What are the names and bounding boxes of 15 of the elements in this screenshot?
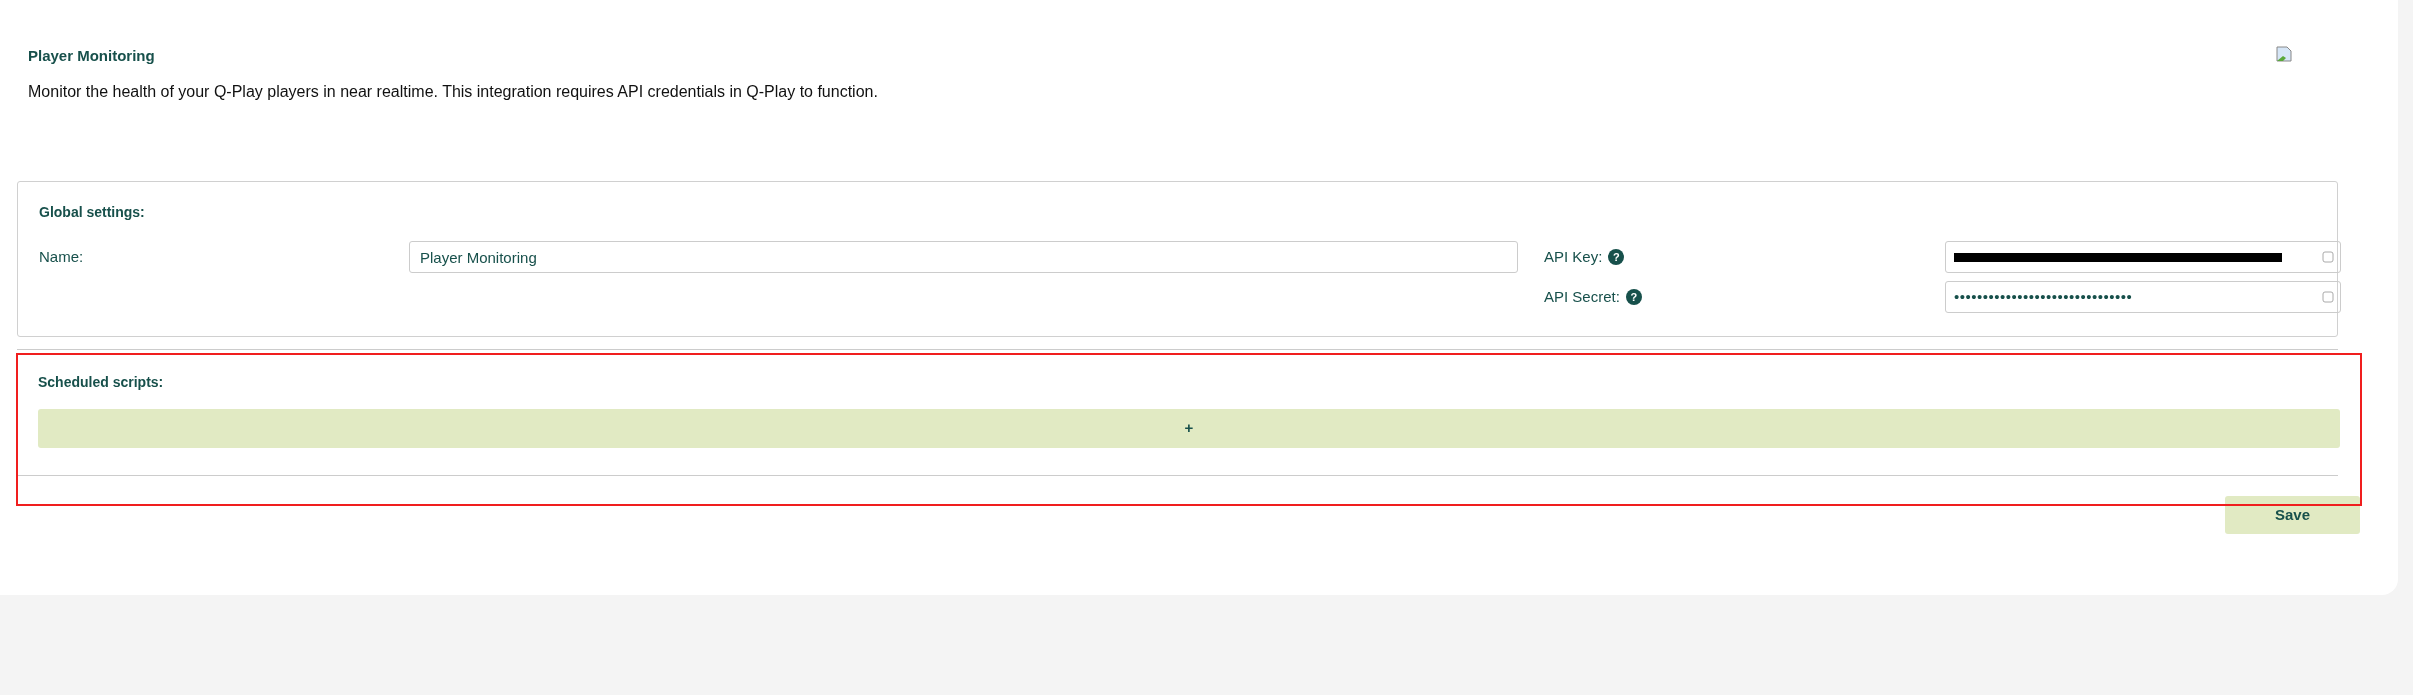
api-secret-field[interactable]: •••••••••••••••••••••••••••••••	[1945, 281, 2341, 313]
field-label: API Secret: ?	[1544, 285, 1945, 309]
page-description: Monitor the health of your Q-Play players in near realtime. This integration requires API credentials in Q-Play to function.	[28, 82, 879, 102]
page-title: Player Monitoring	[28, 46, 155, 66]
section-title: Global settings:	[39, 203, 146, 222]
api-key-field[interactable]	[1945, 241, 2341, 273]
name-field[interactable]: Player Monitoring	[409, 241, 1518, 273]
add-script-button[interactable]: +	[38, 409, 2340, 448]
broken-image-icon	[2276, 46, 2292, 62]
help-icon[interactable]: ?	[1608, 249, 1625, 265]
help-icon[interactable]: ?	[1625, 289, 1642, 305]
field-label: API Key: ?	[1544, 245, 1945, 269]
save-button[interactable]: Save	[2225, 496, 2360, 534]
section-title: Scheduled scripts:	[38, 373, 165, 392]
field-label: Name:	[39, 246, 85, 267]
